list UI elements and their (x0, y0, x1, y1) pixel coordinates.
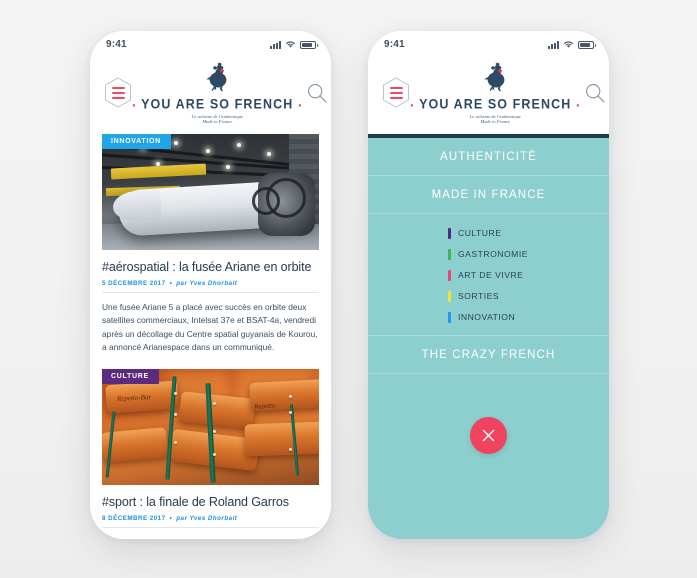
article-date: 5 DÉCEMBRE 2017 (102, 279, 166, 287)
article-excerpt: Les Internationaux de France, ou Tournoi… (102, 536, 319, 539)
search-icon[interactable] (581, 79, 609, 107)
brand-dot-right: . (297, 92, 303, 110)
article-body: #aérospatial : la fusée Ariane en orbite… (90, 250, 331, 369)
accent-bar-icon (448, 248, 451, 260)
battery-icon (300, 40, 318, 49)
article-feed[interactable]: INNOVATION #aérospatial : la fusée Arian… (90, 133, 331, 539)
article-body: #sport : la finale de Roland Garros 8 DÉ… (90, 485, 331, 539)
rooster-logo (484, 62, 505, 92)
brand-tagline: Le webzine de l'authentique Made in Fran… (192, 114, 244, 125)
menu-item-label: GASTRONOMIE (458, 249, 528, 260)
menu-item-sorties[interactable]: SORTIES (448, 290, 500, 302)
article-meta: 8 DÉCEMBRE 2017 • par Yves Dhorbait (102, 515, 319, 529)
article-date: 8 DÉCEMBRE 2017 (102, 515, 166, 523)
magnifier-glyph (585, 83, 605, 103)
accent-bar-icon (448, 269, 451, 281)
article-badge[interactable]: CULTURE (102, 369, 159, 385)
rocket-hangar-photo (102, 133, 319, 250)
brand-dot-left: . (132, 92, 137, 110)
navigation-menu: AUTHENTICITÉ MADE IN FRANCE CULTURE GAST… (368, 137, 609, 539)
status-bar-icons (548, 40, 596, 49)
article-title[interactable]: #sport : la finale de Roland Garros (102, 495, 319, 509)
status-bar-time: 9:41 (106, 39, 127, 50)
menu-item-label: CULTURE (458, 228, 502, 239)
rooster-logo (206, 62, 227, 92)
close-x-icon (482, 429, 495, 442)
app-header: . YOU ARE SO FRENCH . Le webzine de l'au… (90, 58, 331, 134)
close-menu-button[interactable] (470, 416, 507, 454)
brand-name: . YOU ARE SO FRENCH . (410, 93, 581, 112)
menu-item-label: SORTIES (458, 291, 500, 302)
status-bar-time: 9:41 (384, 39, 405, 50)
signal-icon (270, 40, 281, 49)
status-bar: 9:41 (90, 31, 331, 58)
article-card[interactable]: Repetto-Bar Repetto CULTURE #sport : la … (90, 369, 331, 539)
signal-icon (548, 40, 559, 49)
wifi-icon (286, 41, 295, 48)
article-author[interactable]: par Yves Dhorbait (176, 280, 237, 287)
mockup-stage: 9:41 . YOU ARE SO FRENCH . Le webzine de… (0, 0, 697, 578)
hamburger-hexagon-icon[interactable] (382, 77, 410, 108)
article-title[interactable]: #aérospatial : la fusée Ariane en orbite (102, 260, 319, 274)
brand-dot-right: . (575, 92, 581, 110)
brand-dot-left: . (410, 92, 415, 110)
menu-item-label: INNOVATION (458, 312, 516, 323)
close-button-area (368, 374, 609, 539)
phone-mockup-feed: 9:41 . YOU ARE SO FRENCH . Le webzine de… (90, 31, 331, 539)
article-badge[interactable]: INNOVATION (102, 133, 171, 149)
menu-section-made-in-france[interactable]: MADE IN FRANCE (368, 176, 609, 214)
article-card[interactable]: INNOVATION #aérospatial : la fusée Arian… (90, 133, 331, 369)
accent-bar-icon (448, 227, 451, 239)
menu-item-label: ART DE VIVRE (458, 270, 524, 281)
brand-tagline-line-2: Made in France (202, 119, 233, 125)
app-header: . YOU ARE SO FRENCH . Le webzine de l'au… (368, 58, 609, 134)
battery-icon (578, 40, 596, 49)
brand-name: . YOU ARE SO FRENCH . (132, 93, 303, 112)
hamburger-lines-icon (111, 86, 125, 99)
brand-tagline-line-2: Made in France (480, 119, 511, 125)
brand-logo: . YOU ARE SO FRENCH . Le webzine de l'au… (410, 60, 581, 126)
article-hero-image[interactable]: Repetto-Bar Repetto CULTURE (102, 369, 319, 486)
accent-bar-icon (448, 290, 451, 302)
article-hero-image[interactable]: INNOVATION (102, 133, 319, 250)
menu-screen: 9:41 . YOU ARE SO FRENCH . Le webzine de… (368, 31, 609, 539)
brand-tagline: Le webzine de l'authentique Made in Fran… (470, 114, 522, 125)
meta-separator: • (169, 279, 173, 287)
status-bar-icons (270, 40, 318, 49)
article-meta: 5 DÉCEMBRE 2017 • par Yves Dhorbait (102, 280, 319, 293)
menu-sub-list: CULTURE GASTRONOMIE ART DE VIVRE SORTIES (368, 214, 609, 336)
hamburger-lines-icon (389, 86, 403, 99)
phone-mockup-menu: 9:41 . YOU ARE SO FRENCH . Le webzine de… (368, 31, 609, 539)
menu-section-authenticite[interactable]: AUTHENTICITÉ (368, 138, 609, 176)
search-icon[interactable] (303, 79, 331, 107)
accent-bar-icon (448, 311, 451, 323)
menu-item-culture[interactable]: CULTURE (448, 227, 502, 239)
stadium-chairs-photo: Repetto-Bar Repetto (102, 369, 319, 486)
menu-item-gastronomie[interactable]: GASTRONOMIE (448, 248, 528, 260)
brand-logo: . YOU ARE SO FRENCH . Le webzine de l'au… (132, 60, 303, 126)
hamburger-hexagon-icon[interactable] (104, 77, 132, 108)
article-excerpt: Une fusée Ariane 5 a placé avec succès e… (102, 301, 318, 353)
meta-separator: • (169, 515, 173, 523)
status-bar: 9:41 (368, 31, 609, 58)
feed-screen: 9:41 . YOU ARE SO FRENCH . Le webzine de… (90, 31, 331, 539)
brand-name-text: YOU ARE SO FRENCH (419, 96, 572, 113)
menu-section-the-crazy-french[interactable]: THE CRAZY FRENCH (368, 336, 609, 374)
menu-item-innovation[interactable]: INNOVATION (448, 311, 516, 323)
article-author[interactable]: par Yves Dhorbait (176, 515, 237, 522)
brand-name-text: YOU ARE SO FRENCH (141, 96, 294, 113)
menu-item-art-de-vivre[interactable]: ART DE VIVRE (448, 269, 524, 281)
magnifier-glyph (307, 83, 327, 103)
wifi-icon (564, 41, 573, 48)
